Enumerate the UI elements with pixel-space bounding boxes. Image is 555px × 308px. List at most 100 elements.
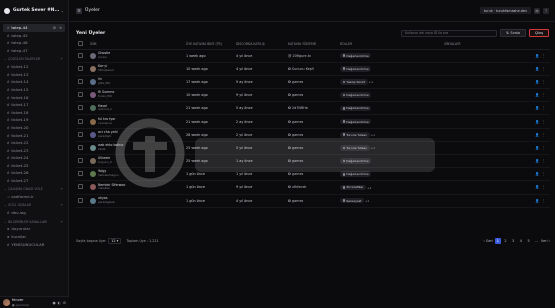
row-select[interactable]: [76, 75, 88, 90]
member-cell[interactable]: Yolgy hellowamagnu: [88, 167, 184, 182]
role-badge[interactable]: Yazılıp Sünkt: [340, 79, 368, 85]
page-button-2[interactable]: 2: [503, 238, 509, 244]
ticket-channel-item[interactable]: # ticket-21: [3, 131, 65, 139]
headphones-icon[interactable]: ◐: [58, 301, 61, 305]
more-icon[interactable]: ⋮: [542, 199, 547, 203]
row-select[interactable]: [76, 167, 88, 182]
table-row[interactable]: acr cha yafıl paradigm 28 week ago 2 yıl ön…: [76, 128, 550, 142]
channel-item[interactable]: # YENİSUNUCULAR: [3, 240, 65, 248]
table-row[interactable]: lin ghts_f00 17 week ago 9 ay önce ✪ games Ya…: [76, 75, 550, 90]
header-select[interactable]: [76, 40, 88, 50]
page-button-3[interactable]: 3: [510, 238, 516, 244]
more-icon[interactable]: ⋮: [542, 133, 547, 137]
page-button-1[interactable]: 1: [495, 238, 501, 244]
role-more-badge[interactable]: +1: [369, 80, 373, 84]
select-all-checkbox[interactable]: [78, 41, 83, 47]
row-select[interactable]: [76, 180, 88, 195]
row-checkbox[interactable]: [78, 92, 83, 98]
close-button[interactable]: Çıkış: [529, 29, 549, 37]
channel-item[interactable]: # talep-47: [3, 47, 65, 55]
ticket-channel-item[interactable]: # ticket-18: [3, 108, 65, 116]
channel-item[interactable]: # talep-46: [3, 39, 65, 47]
role-badge[interactable]: Turuna Tutsan: [340, 131, 370, 138]
header-discord-joined[interactable]: DİSCORDA KATILIŞ: [234, 40, 286, 50]
ticket-channel-item[interactable]: # ticket-22: [3, 139, 65, 147]
member-cell[interactable]: ful kro tyor cxarianna: [88, 114, 184, 129]
ticket-channel-item[interactable]: # ticket-27: [3, 177, 65, 185]
member-cell[interactable]: Kar·yi hilhelpwool: [88, 62, 184, 76]
category-header[interactable]: ⌄ ÇALIŞMA ODASI VOLE +: [3, 186, 65, 193]
role-badge[interactable]: Değerlendirme: [340, 92, 372, 98]
more-icon[interactable]: ⋮: [542, 93, 547, 97]
member-cell[interactable]: lin ghts_f00: [88, 75, 184, 90]
voice-channel[interactable]: ◁ sadforme-lr: [3, 193, 65, 201]
ticket-channel-item[interactable]: # ticket-23: [3, 146, 65, 154]
member-cell[interactable]: Ghostie ari.wx.: [88, 49, 184, 63]
row-select[interactable]: [76, 88, 88, 103]
member-cell[interactable]: wak ekto bolhur eksitl: [88, 141, 184, 156]
table-row[interactable]: Ulheem buyuen_it 25 week ago 1 ay önce ✪ gam…: [76, 154, 550, 169]
table-row[interactable]: ful kro tyor cxarianna 21 week ago 2 ay önc…: [76, 114, 550, 129]
row-select[interactable]: [76, 101, 88, 116]
table-row[interactable]: Hasal sutiirvis_ll 21 week ago 5 ay önce ✪ 2…: [76, 101, 550, 116]
inbox-icon[interactable]: ▤: [534, 7, 540, 14]
table-row[interactable]: Ghostie ari.wx. 1 week ago 4 yıl önce @ 20fi…: [76, 49, 550, 63]
server-chip[interactable]: turuk · turukfamashe.dev: [479, 7, 531, 14]
next-page-button[interactable]: İleri ›: [541, 238, 550, 244]
ticket-channel-item[interactable]: # ticket-25: [3, 162, 65, 170]
row-select[interactable]: [76, 114, 88, 129]
row-checkbox[interactable]: [78, 65, 83, 71]
more-icon[interactable]: ⋮: [542, 172, 547, 176]
ticket-channel-item[interactable]: # ticket-16: [3, 93, 65, 101]
row-checkbox[interactable]: [78, 131, 83, 137]
table-row[interactable]: Yolgy hellowamagnu 1 gün önce 1 yıl önce ✪ g…: [76, 167, 550, 182]
gear-icon[interactable]: ⚙: [63, 301, 66, 305]
row-checkbox[interactable]: [78, 158, 83, 164]
more-icon[interactable]: ⋮: [542, 80, 547, 84]
ticket-channel-item[interactable]: # ticket-13: [3, 70, 65, 78]
role-badge[interactable]: Değerlendirme: [340, 52, 372, 59]
ticket-channel-item[interactable]: # ticket-26: [3, 169, 65, 177]
role-badge[interactable]: Değerlendirme: [340, 158, 372, 164]
search-input[interactable]: [401, 29, 498, 37]
ticket-channel-item[interactable]: # ticket-17: [3, 101, 65, 109]
row-select[interactable]: [76, 62, 88, 76]
table-row[interactable]: Kar·yi hilhelpwool 10 week ago 4 yıl önce ✪ …: [76, 62, 550, 76]
avatar[interactable]: [3, 299, 10, 306]
role-badge[interactable]: Değerlendirme: [340, 171, 372, 178]
row-checkbox[interactable]: [78, 144, 83, 150]
plus-icon[interactable]: +: [60, 203, 63, 207]
page-button-4[interactable]: 4: [518, 238, 524, 244]
member-cell[interactable]: Rl Summe furiex_f00: [88, 88, 184, 103]
ticket-channel-item[interactable]: # ticket-14: [3, 78, 65, 86]
server-header[interactable]: Gurtek Sever #N... ⌄: [0, 0, 68, 22]
row-checkbox[interactable]: [78, 78, 83, 84]
channel-item[interactable]: ◆ duyurular: [3, 225, 65, 233]
role-badge[interactable]: Değerlendirme: [340, 118, 372, 125]
header-name[interactable]: İSİM: [88, 40, 184, 50]
role-badge[interactable]: Değerlendirme: [340, 105, 372, 112]
more-icon[interactable]: ⋮: [542, 185, 547, 189]
more-icon[interactable]: ⋮: [542, 120, 547, 124]
member-cell[interactable]: Hasal sutiirvis_ll: [88, 101, 184, 116]
row-select[interactable]: [76, 194, 88, 208]
row-checkbox[interactable]: [78, 118, 83, 124]
channel-item[interactable]: # dev-log: [3, 209, 65, 217]
table-row[interactable]: uhyas paradigeleb 1 gün önce 4 yıl önce ✪ ga…: [76, 194, 550, 208]
more-icon[interactable]: ⋮: [542, 54, 547, 58]
more-icon[interactable]: ⋮: [542, 67, 547, 71]
plus-icon[interactable]: +: [60, 187, 63, 191]
row-checkbox[interactable]: [78, 171, 83, 177]
row-checkbox[interactable]: [78, 105, 83, 111]
more-icon[interactable]: ⋮: [542, 106, 547, 110]
role-more-badge[interactable]: +1: [367, 186, 371, 190]
ticket-channel-item[interactable]: # ticket-19: [3, 116, 65, 124]
per-page-select[interactable]: 12 ▾: [108, 238, 122, 244]
channel-item[interactable]: # talep-45: [3, 32, 65, 40]
role-more-badge[interactable]: +1: [365, 199, 369, 203]
prev-page-button[interactable]: ‹ Geri: [483, 238, 492, 244]
channel-settings-icon[interactable]: ⚙ ✕: [53, 26, 63, 30]
plus-icon[interactable]: +: [60, 57, 63, 61]
mic-icon[interactable]: ●: [52, 301, 55, 305]
header-signals[interactable]: SİNYALLER: [442, 40, 514, 50]
